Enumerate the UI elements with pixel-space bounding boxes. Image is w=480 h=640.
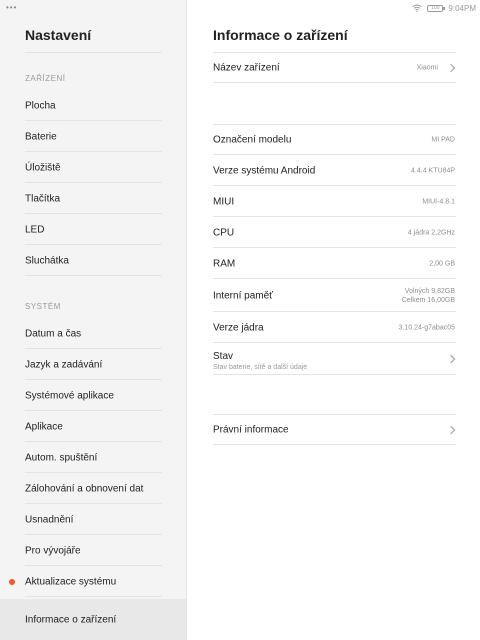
sidebar-item-tlacitka[interactable]: Tlačítka xyxy=(0,183,186,214)
divider xyxy=(25,275,162,276)
info-row-miui: MIUI MIUI-4.8.1 xyxy=(213,186,456,217)
sidebar-item-label: Usnadnění xyxy=(25,514,74,525)
info-row-kernel: Verze jádra 3.10.24-g7abac05 xyxy=(213,312,456,343)
sidebar-item-label: Jazyk a zadávání xyxy=(25,359,103,370)
sidebar-item-zalohovani[interactable]: Zálohování a obnovení dat xyxy=(0,473,186,504)
info-row-ram: RAM 2,00 GB xyxy=(213,248,456,279)
info-row-value: 3.10.24-g7abac05 xyxy=(398,324,455,331)
sidebar-item-label: Sluchátka xyxy=(25,255,69,266)
sidebar-item-jazyk[interactable]: Jazyk a zadávání xyxy=(0,349,186,380)
info-row-value: 4.4.4 KTU84P xyxy=(411,167,455,174)
chevron-right-icon xyxy=(446,354,456,364)
section-label-device: ZAŘÍZENÍ xyxy=(25,74,66,83)
update-badge-dot-icon xyxy=(9,578,15,585)
storage-free-value: Volných 9,82GB xyxy=(404,287,455,295)
device-name-label: Název zařízení xyxy=(213,62,280,73)
section-label-system: SYSTÉM xyxy=(25,302,61,311)
sidebar-item-aktualizace[interactable]: Aktualizace systému xyxy=(0,566,186,597)
info-row-storage: Interní paměť Volných 9,82GB Celkem 16,0… xyxy=(213,279,456,312)
sidebar-item-label: LED xyxy=(25,224,45,235)
device-name-value: Xiaomi xyxy=(416,64,438,71)
sidebar-item-label: Informace o zařízení xyxy=(25,614,117,625)
divider xyxy=(213,414,456,415)
sidebar-item-informace[interactable]: Informace o zařízení xyxy=(0,599,186,640)
info-row-label: Označení modelu xyxy=(213,134,292,145)
divider xyxy=(213,444,456,445)
info-row-android: Verze systému Android 4.4.4 KTU84P xyxy=(213,155,456,186)
sidebar-item-sluchatka[interactable]: Sluchátka xyxy=(0,245,186,276)
sidebar-item-label: Pro vývojáře xyxy=(25,545,81,556)
page-title: Informace o zařízení xyxy=(213,27,348,43)
device-name-row[interactable]: Název zařízení Xiaomi xyxy=(213,52,456,83)
info-row-cpu: CPU 4 jádra 2,2GHz xyxy=(213,217,456,248)
info-row-label: CPU xyxy=(213,227,235,238)
sidebar-item-label: Datum a čas xyxy=(25,328,82,339)
info-row-label: Verze systému Android xyxy=(213,165,316,176)
sidebar-item-datum-a-cas[interactable]: Datum a čas xyxy=(0,318,186,349)
info-row-value: Volných 9,82GB Celkem 16,00GB xyxy=(402,287,455,305)
settings-sidebar: ••• Nastavení ZAŘÍZENÍ Plocha Baterie Úl… xyxy=(0,0,187,640)
divider xyxy=(213,374,456,375)
overflow-dots-icon[interactable]: ••• xyxy=(6,3,17,12)
sidebar-item-led[interactable]: LED xyxy=(0,214,186,245)
legal-info-label: Právní informace xyxy=(213,424,289,435)
sidebar-item-label: Plocha xyxy=(25,100,56,111)
info-row-value: 4 jádra 2,2GHz xyxy=(407,229,455,236)
sidebar-item-uloziste[interactable]: Úložiště xyxy=(0,152,186,183)
legal-info-row[interactable]: Právní informace xyxy=(213,414,456,445)
status-bar: 100 9:04PM xyxy=(412,2,476,14)
divider xyxy=(213,82,456,83)
sidebar-item-label: Aplikace xyxy=(25,421,63,432)
chevron-right-icon xyxy=(446,63,456,72)
battery-icon: 100 xyxy=(427,4,446,12)
sidebar-item-label: Systémové aplikace xyxy=(25,390,114,401)
sidebar-item-usnadneni[interactable]: Usnadnění xyxy=(0,504,186,535)
sidebar-item-plocha[interactable]: Plocha xyxy=(0,90,186,121)
info-row-value: 2,00 GB xyxy=(429,260,455,267)
info-row-value: MIUI-4.8.1 xyxy=(422,198,455,205)
info-row-model: Označení modelu MI PAD xyxy=(213,124,456,155)
sidebar-item-systemove-aplikace[interactable]: Systémové aplikace xyxy=(0,380,186,411)
sidebar-item-baterie[interactable]: Baterie xyxy=(0,121,186,152)
info-row-value: MI PAD xyxy=(431,136,455,143)
info-row-label: Verze jádra xyxy=(213,322,264,333)
sidebar-item-label: Tlačítka xyxy=(25,193,61,204)
sidebar-item-pro-vyvojare[interactable]: Pro vývojáře xyxy=(0,535,186,566)
info-row-label: Interní paměť xyxy=(213,290,273,301)
chevron-right-icon xyxy=(446,425,456,434)
wifi-icon xyxy=(412,4,423,12)
status-sublabel: Stav baterie, sítě a další údaje xyxy=(213,364,308,371)
status-label: Stav xyxy=(213,351,234,362)
sidebar-item-label: Úložiště xyxy=(25,162,61,173)
divider xyxy=(25,52,162,53)
status-row[interactable]: Stav Stav baterie, sítě a další údaje xyxy=(213,343,456,375)
storage-total-value: Celkem 16,00GB xyxy=(401,296,455,304)
sidebar-title: Nastavení xyxy=(25,27,92,43)
sidebar-item-label: Aktualizace systému xyxy=(25,576,117,587)
sidebar-item-aplikace[interactable]: Aplikace xyxy=(0,411,186,442)
sidebar-item-label: Autom. spuštění xyxy=(25,452,98,463)
sidebar-item-label: Zálohování a obnovení dat xyxy=(25,483,144,494)
sidebar-item-autostart[interactable]: Autom. spuštění xyxy=(0,442,186,473)
divider xyxy=(213,124,456,125)
info-row-label: RAM xyxy=(213,258,236,269)
divider xyxy=(25,596,162,597)
info-row-label: MIUI xyxy=(213,196,235,207)
clock: 9:04PM xyxy=(448,3,476,13)
sidebar-item-label: Baterie xyxy=(25,131,57,142)
